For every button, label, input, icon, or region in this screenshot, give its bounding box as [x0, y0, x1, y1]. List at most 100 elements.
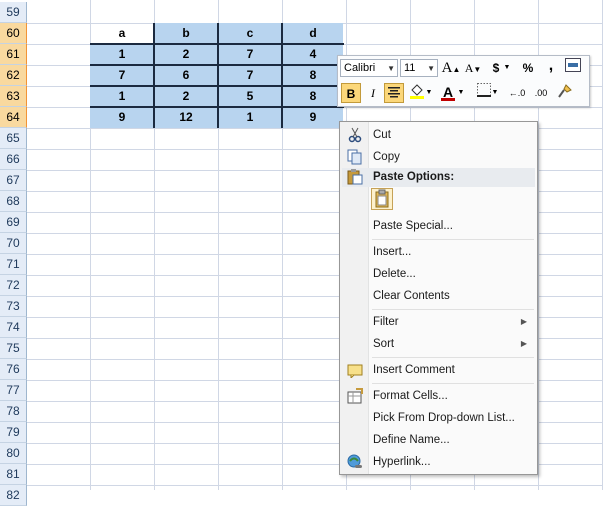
grow-font-icon: A	[441, 60, 453, 76]
row-header[interactable]: 61	[0, 44, 27, 65]
chevron-down-icon[interactable]: ▼	[424, 83, 434, 103]
menu-item-cut[interactable]: Cut	[342, 124, 535, 146]
row-header[interactable]: 70	[0, 233, 27, 254]
row-header[interactable]: 62	[0, 65, 27, 86]
increase-decimal-button[interactable]: ←.0	[506, 83, 528, 103]
row-header[interactable]: 67	[0, 170, 27, 191]
table-header-cell[interactable]: a	[90, 23, 154, 44]
font-name-combo[interactable]: Calibri ▼	[340, 59, 398, 77]
table-cell[interactable]: 1	[90, 44, 154, 65]
menu-item-pick-from-list[interactable]: Pick From Drop-down List...	[342, 407, 535, 429]
chevron-down-icon[interactable]: ▼	[490, 83, 500, 103]
row-header[interactable]: 63	[0, 86, 27, 107]
menu-item-insert-comment[interactable]: Insert Comment	[342, 359, 535, 381]
italic-button[interactable]: I	[363, 83, 383, 103]
table-cell[interactable]: 12	[154, 107, 218, 128]
percent-button[interactable]: %	[518, 58, 538, 78]
grow-font-button[interactable]: A▲	[441, 58, 461, 78]
chevron-down-icon: ▼	[427, 64, 435, 73]
paste-option-button[interactable]	[371, 188, 393, 210]
borders-icon	[477, 83, 491, 97]
table-cell[interactable]: 6	[154, 65, 218, 86]
row-header[interactable]: 72	[0, 275, 27, 296]
row-header[interactable]: 71	[0, 254, 27, 275]
font-name-value: Calibri	[344, 62, 376, 74]
font-color-button[interactable]: A	[438, 82, 458, 102]
row-header[interactable]: 80	[0, 443, 27, 464]
paste-icon	[347, 169, 363, 185]
gridline	[27, 485, 603, 486]
row-header[interactable]: 69	[0, 212, 27, 233]
menu-item-filter[interactable]: Filter ▶	[342, 311, 535, 333]
table-cell[interactable]: 9	[282, 107, 344, 128]
table-cell[interactable]: 7	[218, 44, 282, 65]
menu-separator	[372, 239, 534, 240]
chevron-down-icon[interactable]: ▼	[501, 58, 513, 78]
row-header[interactable]: 81	[0, 464, 27, 485]
table-cell[interactable]: 1	[90, 86, 154, 107]
table-header-cell[interactable]: d	[282, 23, 344, 44]
table-cell[interactable]: 2	[154, 44, 218, 65]
clipboard-icon	[375, 189, 389, 208]
table-cell[interactable]: 2	[154, 86, 218, 107]
format-painter-button[interactable]	[555, 83, 575, 103]
table-border	[217, 23, 219, 128]
menu-item-hyperlink[interactable]: Hyperlink...	[342, 451, 535, 473]
menu-item-insert[interactable]: Insert...	[342, 241, 535, 263]
menu-item-sort[interactable]: Sort ▶	[342, 333, 535, 355]
align-center-icon	[388, 87, 400, 98]
row-header[interactable]: 77	[0, 380, 27, 401]
row-header[interactable]: 73	[0, 296, 27, 317]
row-header[interactable]: 79	[0, 422, 27, 443]
menu-item-clear-contents[interactable]: Clear Contents	[342, 285, 535, 307]
menu-item-define-name[interactable]: Define Name...	[342, 429, 535, 451]
row-header[interactable]: 82	[0, 485, 27, 506]
decrease-decimal-icon: .00	[534, 88, 548, 98]
table-cell[interactable]: 1	[218, 107, 282, 128]
menu-item-label: Copy	[373, 151, 400, 163]
row-header[interactable]: 60	[0, 23, 27, 44]
menu-item-paste-special[interactable]: Paste Special...	[342, 215, 535, 237]
menu-item-copy[interactable]: Copy	[342, 146, 535, 168]
row-header[interactable]: 78	[0, 401, 27, 422]
copy-icon	[347, 149, 363, 165]
row-header[interactable]: 66	[0, 149, 27, 170]
table-cell[interactable]: 7	[90, 65, 154, 86]
menu-item-label: Insert Comment	[373, 364, 455, 376]
row-header[interactable]: 59	[0, 2, 27, 23]
menu-item-delete[interactable]: Delete...	[342, 263, 535, 285]
comment-icon	[347, 362, 363, 380]
row-header[interactable]: 64	[0, 107, 27, 128]
bold-button[interactable]: B	[341, 83, 361, 103]
table-cell[interactable]: 4	[282, 44, 344, 65]
table-header-cell[interactable]: c	[218, 23, 282, 44]
table-cell[interactable]: 5	[218, 86, 282, 107]
shrink-font-button[interactable]: A▼	[463, 58, 483, 78]
comma-button[interactable]: ,	[541, 56, 561, 76]
row-header[interactable]: 75	[0, 338, 27, 359]
table-border	[153, 23, 155, 128]
mini-toolbar: Calibri ▼ 11 ▼ A▲ A▼ $ ▼ % , B I ▼ A ▼ ▼…	[337, 55, 590, 107]
row-header[interactable]: 68	[0, 191, 27, 212]
table-header-cell[interactable]: b	[154, 23, 218, 44]
center-align-button[interactable]	[384, 83, 404, 103]
row-header[interactable]: 65	[0, 128, 27, 149]
table-cell[interactable]: 9	[90, 107, 154, 128]
table-cell[interactable]: 8	[282, 65, 344, 86]
row-header[interactable]: 74	[0, 317, 27, 338]
table-border	[281, 23, 283, 128]
menu-item-label: Delete...	[373, 268, 416, 280]
context-menu: Cut Copy Paste Options: Paste Special...…	[339, 121, 538, 475]
merge-center-button[interactable]	[563, 58, 583, 78]
menu-item-label: Paste Special...	[373, 220, 453, 232]
font-size-combo[interactable]: 11 ▼	[400, 59, 438, 77]
menu-item-format-cells[interactable]: Format Cells...	[342, 385, 535, 407]
currency-icon: $	[492, 61, 500, 75]
scissors-icon	[347, 127, 363, 143]
decrease-decimal-button[interactable]: .00	[530, 83, 552, 103]
table-cell[interactable]: 7	[218, 65, 282, 86]
increase-decimal-icon: ←.0	[508, 88, 526, 98]
table-cell[interactable]: 8	[282, 86, 344, 107]
chevron-down-icon[interactable]: ▼	[456, 83, 466, 103]
row-header[interactable]: 76	[0, 359, 27, 380]
